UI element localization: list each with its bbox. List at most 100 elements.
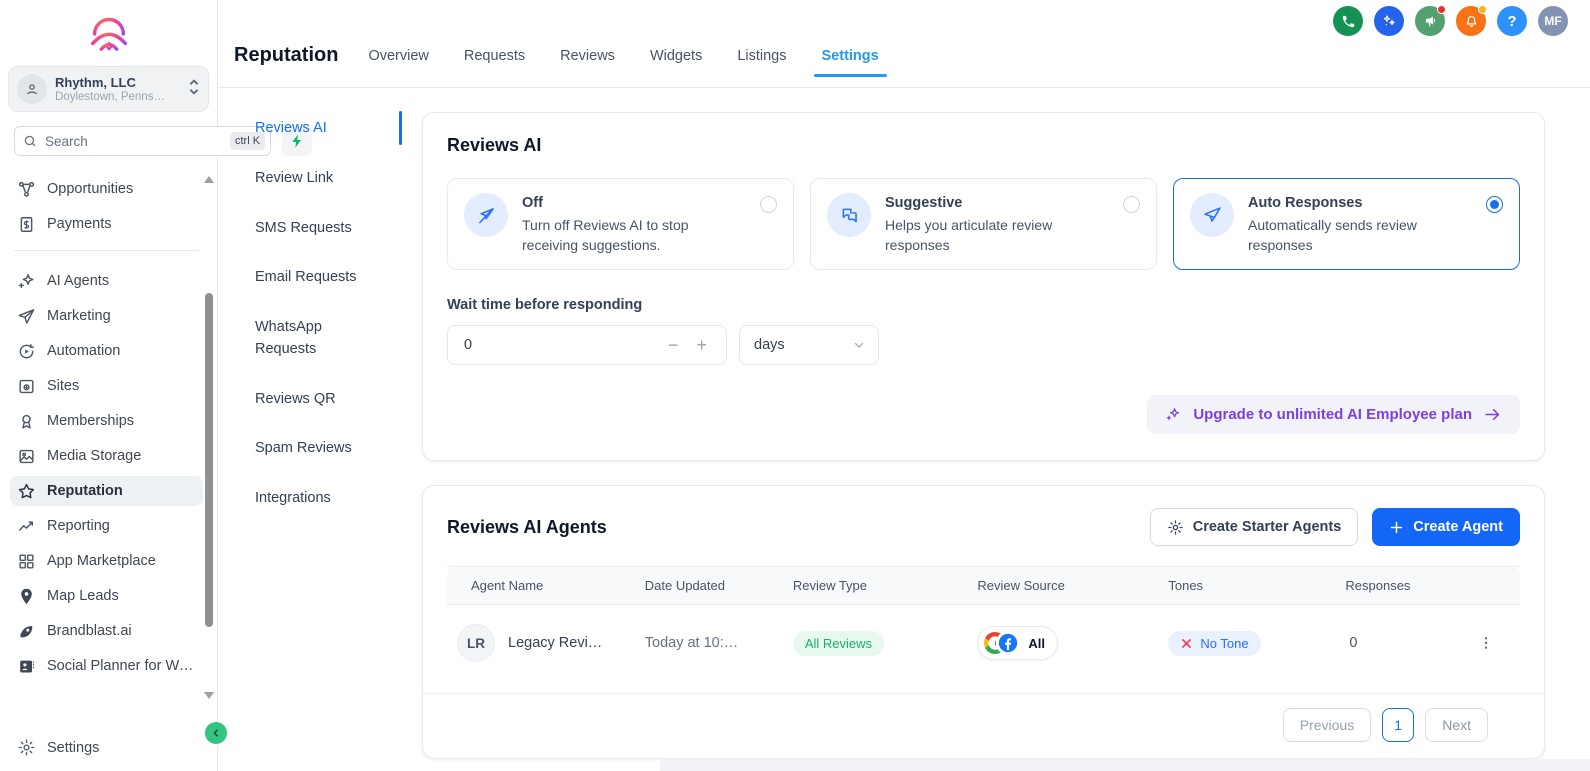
agents-table: Agent Name Date Updated Review Type Revi… <box>447 566 1520 681</box>
memberships-icon <box>17 412 36 431</box>
sidebar-settings-label: Settings <box>47 740 99 756</box>
sidebar-item-social-planner[interactable]: Social Planner for Wor… <box>10 651 203 681</box>
rocket-icon <box>17 622 36 641</box>
x-icon <box>1180 637 1193 650</box>
scroll-down-arrow-icon[interactable] <box>204 692 214 699</box>
subnav-item-spam-reviews[interactable]: Spam Reviews <box>255 438 400 460</box>
scrollbar-thumb[interactable] <box>205 293 213 627</box>
table-row[interactable]: LR Legacy Revi… Today at 10:… All Review… <box>447 605 1520 682</box>
ai-sparkles-button[interactable] <box>1374 6 1404 36</box>
sidebar-item-memberships[interactable]: Memberships <box>10 406 203 436</box>
sidebar-collapse-button[interactable] <box>205 722 227 744</box>
sidebar-item-ai-agents[interactable]: AI Agents <box>10 266 203 296</box>
phone-icon <box>1341 14 1356 29</box>
sidebar-scrollbar[interactable] <box>203 176 214 699</box>
sidebar-item-reporting[interactable]: Reporting <box>10 511 203 541</box>
reviews-ai-title: Reviews AI <box>447 135 1520 156</box>
option-title: Suggestive <box>885 195 1109 211</box>
panels: Reviews AI Off Turn off Reviews AI to st… <box>400 88 1590 771</box>
next-page-button[interactable]: Next <box>1425 708 1488 742</box>
wait-time-input[interactable] <box>462 336 659 354</box>
chat-bubbles-icon <box>839 205 860 226</box>
subnav-item-reviews-qr[interactable]: Reviews QR <box>255 389 400 411</box>
increment-button[interactable]: + <box>687 336 716 354</box>
scroll-up-arrow-icon[interactable] <box>204 176 214 183</box>
column-header-review-type: Review Type <box>783 567 968 605</box>
subnav-item-whatsapp-requests[interactable]: WhatsApp Requests <box>255 317 400 361</box>
review-source-pill[interactable]: All <box>977 626 1058 660</box>
option-off-radio[interactable] <box>760 196 777 213</box>
agent-avatar: LR <box>457 624 495 662</box>
facebook-icon <box>996 631 1020 655</box>
subnav-item-integrations[interactable]: Integrations <box>255 488 400 510</box>
phone-button[interactable] <box>1333 6 1363 36</box>
sidebar-item-label: Automation <box>47 343 120 359</box>
subnav-item-email-requests[interactable]: Email Requests <box>255 267 400 289</box>
row-actions-menu-button[interactable] <box>1474 631 1498 655</box>
tab-requests[interactable]: Requests <box>464 48 525 64</box>
tone-label: No Tone <box>1200 636 1248 651</box>
search-icon <box>23 134 37 148</box>
sidebar-item-reputation[interactable]: Reputation <box>10 476 203 506</box>
help-button[interactable]: ? <box>1497 6 1527 36</box>
option-auto-radio[interactable] <box>1486 196 1503 213</box>
option-description: Automatically sends review responses <box>1248 216 1472 255</box>
sparkles-icon <box>1381 13 1397 29</box>
previous-page-button[interactable]: Previous <box>1283 708 1371 742</box>
tab-settings[interactable]: Settings <box>822 48 879 64</box>
sidebar-item-sites[interactable]: Sites <box>10 371 203 401</box>
option-off[interactable]: Off Turn off Reviews AI to stop receivin… <box>447 178 794 270</box>
page-number-button[interactable]: 1 <box>1382 708 1414 742</box>
content-bottom-strip <box>660 759 1590 771</box>
sidebar-divider <box>14 250 199 251</box>
option-suggestive-radio[interactable] <box>1123 196 1140 213</box>
create-agent-button[interactable]: Create Agent <box>1372 508 1520 546</box>
tab-overview[interactable]: Overview <box>368 48 428 64</box>
sidebar-nav: Opportunities Payments AI Agents Marketi… <box>0 174 217 681</box>
sidebar-item-settings[interactable]: Settings <box>17 738 99 757</box>
media-storage-icon <box>17 447 36 466</box>
chevron-down-icon <box>852 338 866 352</box>
app-root: Rhythm, LLC Doylestown, Pennsyl… ctrl K … <box>0 0 1590 771</box>
off-icon-circle <box>464 193 508 237</box>
tab-reviews[interactable]: Reviews <box>560 48 615 64</box>
subnav-item-review-link[interactable]: Review Link <box>255 168 400 190</box>
subnav-item-sms-requests[interactable]: SMS Requests <box>255 218 400 240</box>
notifications-button[interactable] <box>1456 6 1486 36</box>
notification-dot-amber <box>1478 5 1487 14</box>
sidebar-item-label: Memberships <box>47 413 134 429</box>
wait-time-unit-select[interactable]: days <box>739 325 879 365</box>
announcements-button[interactable] <box>1415 6 1445 36</box>
responses-cell: 0 <box>1335 605 1464 682</box>
option-suggestive[interactable]: Suggestive Helps you articulate review r… <box>810 178 1157 270</box>
scrollbar-track[interactable] <box>204 188 214 687</box>
unit-select-value: days <box>754 337 785 353</box>
sidebar-item-media-storage[interactable]: Media Storage <box>10 441 203 471</box>
upgrade-row: Upgrade to unlimited AI Employee plan <box>447 395 1520 434</box>
create-starter-agents-button[interactable]: Create Starter Agents <box>1150 508 1359 546</box>
upgrade-plan-button[interactable]: Upgrade to unlimited AI Employee plan <box>1147 395 1520 434</box>
subnav-item-reviews-ai[interactable]: Reviews AI <box>255 118 400 140</box>
sidebar-item-map-leads[interactable]: Map Leads <box>10 581 203 611</box>
social-planner-icon <box>17 657 36 676</box>
user-avatar[interactable]: MF <box>1538 6 1568 36</box>
sidebar-item-payments[interactable]: Payments <box>10 209 203 239</box>
sidebar-item-opportunities[interactable]: Opportunities <box>10 174 203 204</box>
auto-responses-icon-circle <box>1190 193 1234 237</box>
account-switcher[interactable]: Rhythm, LLC Doylestown, Pennsyl… <box>8 66 209 112</box>
payments-icon <box>17 215 36 234</box>
account-location: Doylestown, Pennsyl… <box>55 91 167 103</box>
search-input[interactable] <box>43 133 224 150</box>
sidebar-item-label: Brandblast.ai <box>47 623 132 639</box>
sidebar-item-brandblast[interactable]: Brandblast.ai <box>10 616 203 646</box>
tab-widgets[interactable]: Widgets <box>650 48 702 64</box>
decrement-button[interactable]: − <box>659 336 688 354</box>
upgrade-label: Upgrade to unlimited AI Employee plan <box>1193 406 1472 423</box>
sidebar-item-marketing[interactable]: Marketing <box>10 301 203 331</box>
send-slash-icon <box>476 205 497 226</box>
reporting-icon <box>17 517 36 536</box>
sidebar-item-automation[interactable]: Automation <box>10 336 203 366</box>
tab-listings[interactable]: Listings <box>737 48 786 64</box>
sidebar-item-app-marketplace[interactable]: App Marketplace <box>10 546 203 576</box>
option-auto-responses[interactable]: Auto Responses Automatically sends revie… <box>1173 178 1520 270</box>
